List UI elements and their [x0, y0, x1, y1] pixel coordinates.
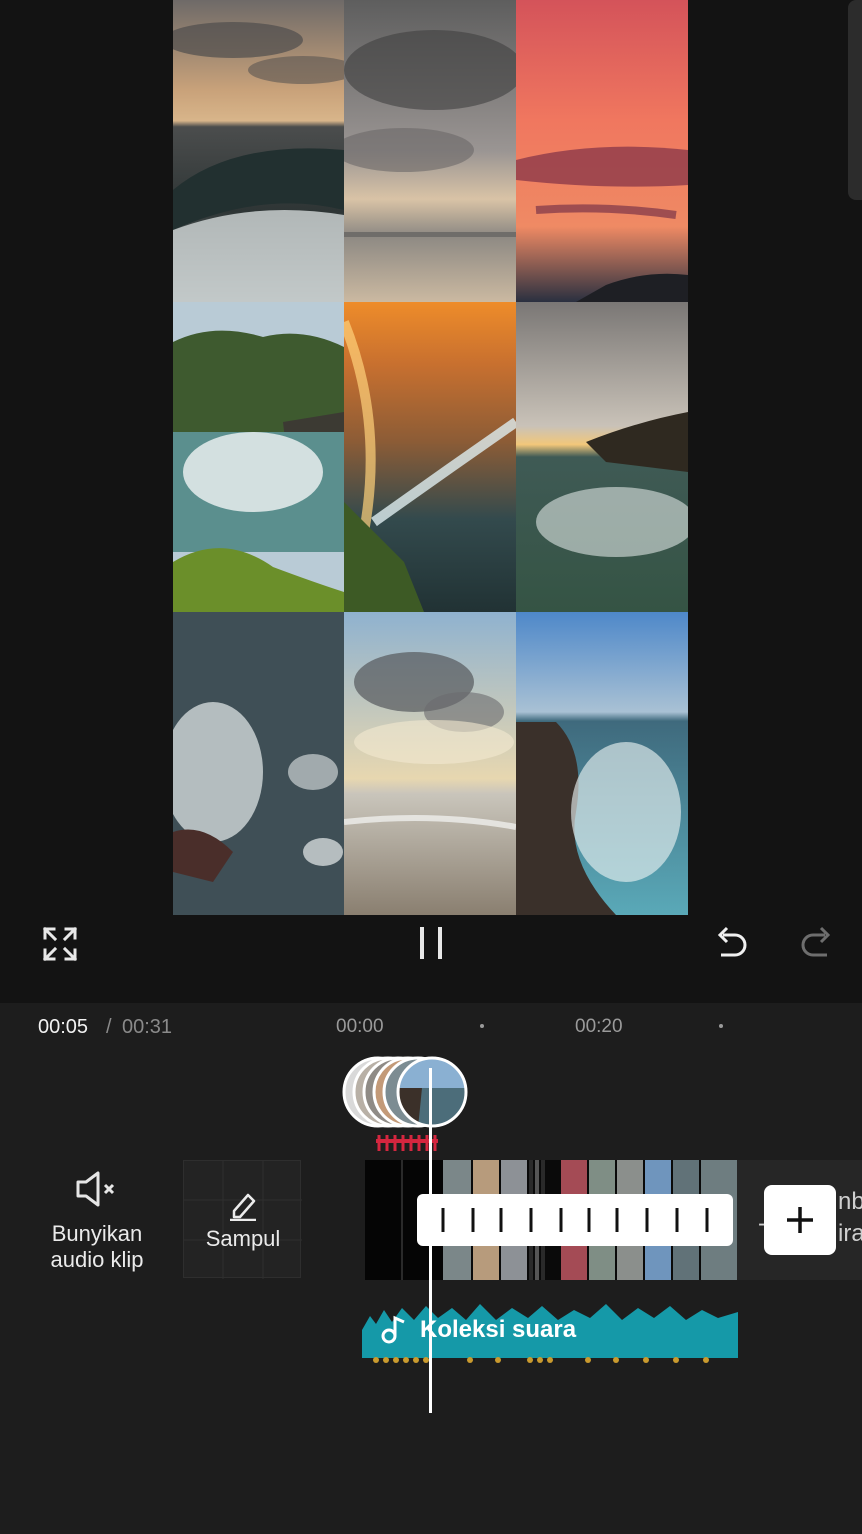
collage-tile-5 [344, 302, 516, 612]
redo-icon [801, 926, 831, 957]
playhead[interactable] [429, 1068, 432, 1413]
fullscreen-icon [42, 926, 78, 962]
add-clip-button[interactable] [764, 1185, 836, 1255]
collage-tile-1 [173, 0, 344, 302]
ruler-dot [719, 1024, 723, 1028]
right-strip-text-top: nb [838, 1188, 862, 1215]
scroll-indicator [848, 0, 862, 200]
pause-icon [420, 927, 442, 959]
audio-track-label: Koleksi suara [420, 1316, 577, 1343]
mute-clip-audio-button[interactable]: Bunyikan audio klip [30, 1165, 164, 1280]
transition-effect-stack[interactable] [342, 1052, 468, 1132]
time-separator: / [106, 1016, 112, 1038]
edit-pencil-icon [230, 1193, 256, 1221]
collage-tile-9 [516, 612, 688, 915]
plus-icon [787, 1207, 813, 1233]
collage-tile-7 [173, 612, 344, 915]
collage-tile-2 [344, 0, 516, 302]
redo-button[interactable] [794, 920, 840, 966]
undo-icon [717, 926, 747, 957]
speaker-muted-icon [76, 1171, 115, 1207]
video-track[interactable] [365, 1160, 737, 1280]
play-pause-button[interactable] [408, 920, 454, 966]
collage-tile-8 [344, 612, 516, 915]
total-time: 00:31 [122, 1016, 173, 1038]
right-strip-text-bottom: ira [838, 1220, 862, 1247]
collage-tile-3 [516, 0, 688, 302]
collage-grid [173, 0, 688, 915]
video-preview[interactable] [0, 0, 862, 915]
ruler-dot [480, 1024, 484, 1028]
ruler-label-20: 00:20 [575, 1016, 623, 1037]
cover-label: Sampul [205, 1226, 281, 1251]
collage-tile-6 [516, 302, 688, 612]
fullscreen-button[interactable] [38, 922, 82, 966]
music-note-icon [381, 1315, 405, 1344]
mute-clip-audio-label: Bunyikan audio klip [50, 1221, 144, 1272]
collage-tile-4 [173, 302, 344, 612]
ruler-label-start: 00:00 [336, 1016, 384, 1037]
current-time: 00:05 [38, 1016, 89, 1038]
undo-button[interactable] [708, 920, 754, 966]
cover-button[interactable]: Sampul [183, 1160, 302, 1279]
